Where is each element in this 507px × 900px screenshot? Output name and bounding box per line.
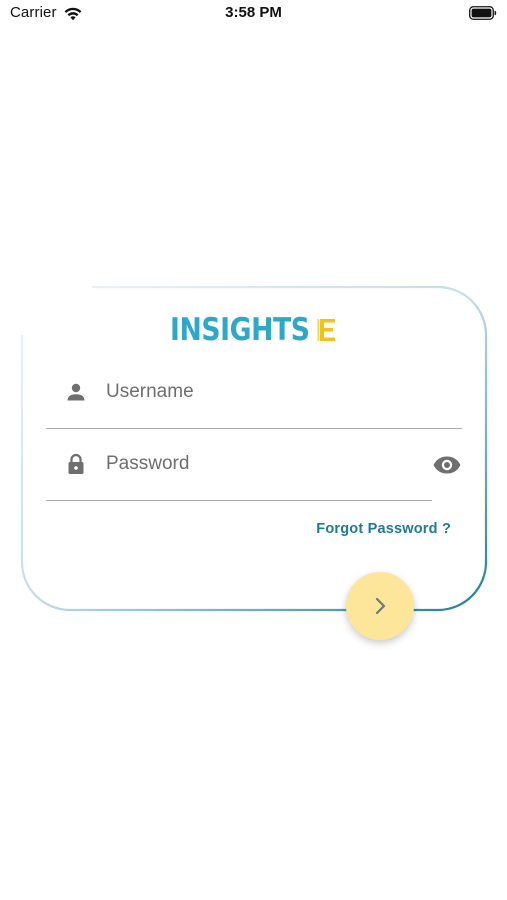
battery-icon	[469, 6, 497, 20]
logo-e-mark-icon	[317, 319, 335, 341]
password-row	[46, 452, 406, 476]
lock-icon	[68, 453, 84, 474]
password-underline	[46, 500, 432, 501]
logo-wordmark: INSIGHTS	[170, 312, 310, 348]
status-bar: Carrier 3:58 PM	[0, 0, 507, 30]
chevron-right-icon	[375, 597, 386, 615]
eye-icon[interactable]	[432, 454, 462, 476]
login-submit-button[interactable]	[346, 572, 414, 640]
username-underline	[46, 428, 462, 429]
person-icon	[67, 383, 85, 401]
password-input[interactable]	[106, 453, 406, 475]
app-logo: INSIGHTS	[170, 310, 335, 350]
forgot-password-link[interactable]: Forgot Password ?	[316, 521, 451, 537]
username-row	[46, 380, 406, 404]
clock: 3:58 PM	[225, 4, 282, 21]
username-input[interactable]	[106, 381, 406, 403]
